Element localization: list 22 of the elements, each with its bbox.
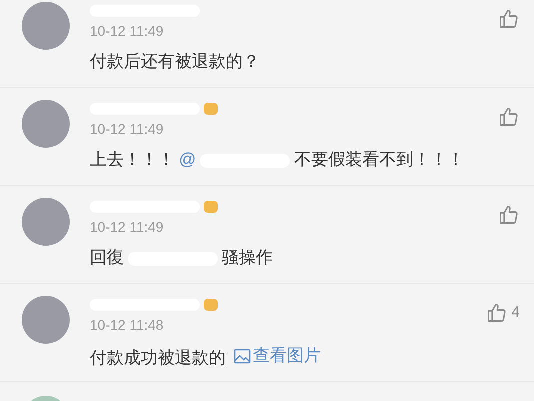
thumbs-up-icon[interactable]: [498, 106, 520, 128]
comment-text: 付款成功被退款的: [90, 348, 226, 368]
comment-text: 回復: [90, 248, 124, 267]
avatar-photo-placeholder[interactable]: [22, 100, 70, 148]
avatar-photo-placeholder[interactable]: [22, 2, 70, 50]
like-count: 4: [512, 303, 520, 323]
comment-text: 付款后还有被退款的？: [90, 52, 260, 71]
comment-text: 不要假装看不到！！！: [294, 150, 464, 169]
image-icon: [234, 348, 251, 364]
view-image-link[interactable]: 查看图片: [234, 344, 321, 368]
thumbs-up-icon[interactable]: [486, 302, 508, 324]
comment-time: 10-12 11:49: [90, 22, 165, 40]
thumbs-up-icon[interactable]: [498, 8, 520, 30]
avatar-photo-placeholder[interactable]: [22, 198, 70, 246]
comment-text: 骚操作: [222, 248, 273, 267]
avatar-photo-placeholder[interactable]: [22, 296, 70, 344]
comment-text: 上去！！！: [90, 150, 175, 169]
comment-time: 10-12 11:49: [90, 218, 165, 236]
thumbs-up-icon[interactable]: [498, 204, 520, 226]
mention-link[interactable]: @: [179, 150, 196, 169]
comment-time: 10-12 11:48: [90, 316, 165, 334]
comment-time: 10-12 11:49: [90, 120, 165, 138]
